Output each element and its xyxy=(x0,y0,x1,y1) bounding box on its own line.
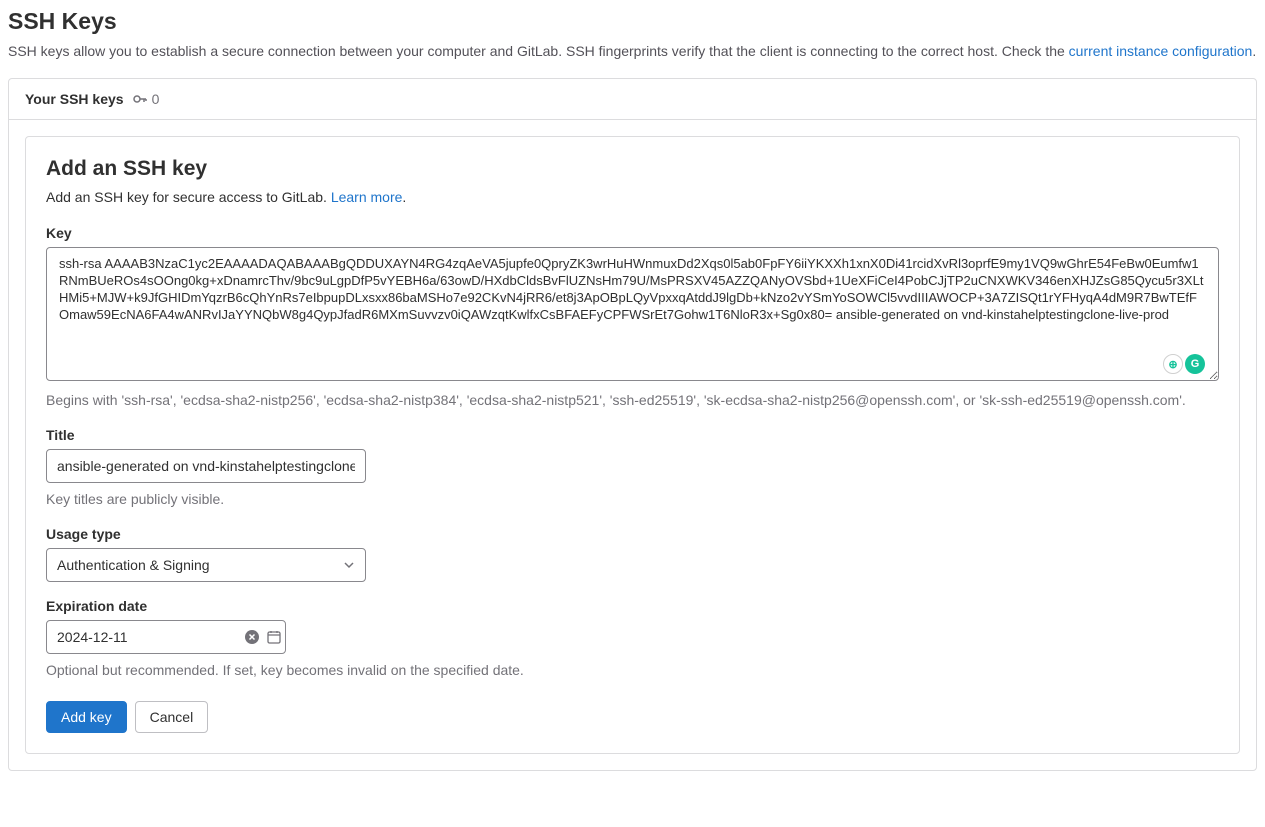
add-key-card: Add an SSH key Add an SSH key for secure… xyxy=(25,136,1240,754)
chevron-down-icon xyxy=(343,559,355,571)
panel-header: Your SSH keys 0 xyxy=(9,79,1256,120)
page-title: SSH Keys xyxy=(8,8,1257,35)
ssh-keys-panel: Your SSH keys 0 Add an SSH key Add an SS… xyxy=(8,78,1257,771)
expiration-input-wrap[interactable] xyxy=(46,620,286,654)
title-label: Title xyxy=(46,427,1219,443)
your-keys-label: Your SSH keys xyxy=(25,91,124,107)
expiration-help-text: Optional but recommended. If set, key be… xyxy=(46,660,1219,681)
page-description: SSH keys allow you to establish a secure… xyxy=(8,41,1257,62)
calendar-button[interactable] xyxy=(266,627,282,647)
usage-type-value: Authentication & Signing xyxy=(57,557,210,573)
key-count: 0 xyxy=(152,91,160,107)
grammarly-widget: ⊕ G xyxy=(1163,354,1205,374)
usage-type-select[interactable]: Authentication & Signing xyxy=(46,548,366,582)
add-key-title: Add an SSH key xyxy=(46,157,1219,181)
learn-more-link[interactable]: Learn more xyxy=(331,189,403,205)
close-circle-icon xyxy=(244,629,260,645)
grammarly-add-icon[interactable]: ⊕ xyxy=(1163,354,1183,374)
instance-config-link[interactable]: current instance configuration xyxy=(1069,43,1253,59)
key-textarea[interactable] xyxy=(46,247,1219,381)
expiration-label: Expiration date xyxy=(46,598,1219,614)
desc-text: SSH keys allow you to establish a secure… xyxy=(8,43,1069,59)
title-input[interactable] xyxy=(46,449,366,483)
desc-suffix: . xyxy=(1252,43,1256,59)
grammarly-logo-icon[interactable]: G xyxy=(1185,354,1205,374)
key-icon xyxy=(132,91,148,107)
clear-date-button[interactable] xyxy=(244,627,260,647)
desc-text: Add an SSH key for secure access to GitL… xyxy=(46,189,331,205)
desc-suffix: . xyxy=(402,189,406,205)
expiration-input[interactable] xyxy=(57,629,238,645)
title-help-text: Key titles are publicly visible. xyxy=(46,489,1219,510)
usage-type-label: Usage type xyxy=(46,526,1219,542)
key-help-text: Begins with 'ssh-rsa', 'ecdsa-sha2-nistp… xyxy=(46,390,1219,411)
add-key-button[interactable]: Add key xyxy=(46,701,127,733)
key-label: Key xyxy=(46,225,1219,241)
add-key-desc: Add an SSH key for secure access to GitL… xyxy=(46,189,1219,205)
cancel-button[interactable]: Cancel xyxy=(135,701,209,733)
calendar-icon xyxy=(266,629,282,645)
